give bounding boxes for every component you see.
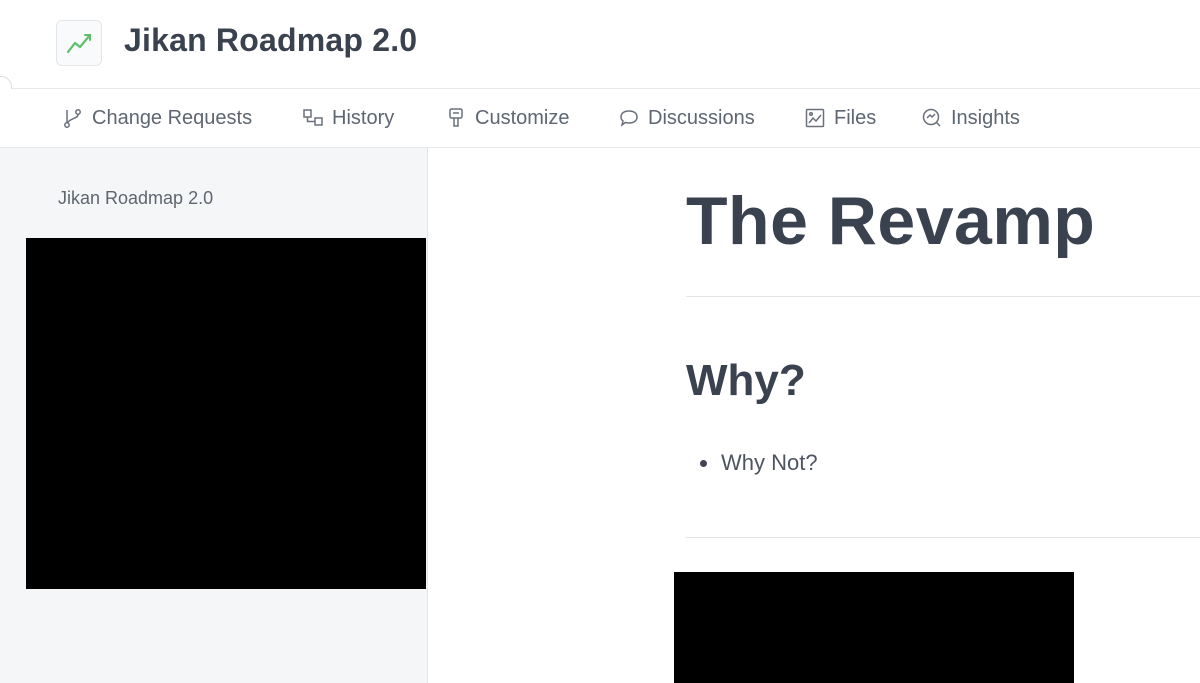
tab-history[interactable]: History (302, 105, 394, 131)
insights-icon (922, 108, 941, 127)
app-header: Jikan Roadmap 2.0 (0, 0, 1200, 89)
tab-label: Discussions (648, 106, 755, 129)
main-content: The Revamp Why? Why Not? (428, 148, 1200, 683)
app-title: Jikan Roadmap 2.0 (124, 22, 418, 58)
sidebar-space-title[interactable]: Jikan Roadmap 2.0 (58, 188, 213, 209)
list-item-text: Why Not? (721, 450, 818, 475)
tab-label: History (332, 106, 395, 129)
tab-label: Insights (951, 106, 1020, 129)
sidebar: Jikan Roadmap 2.0 (0, 148, 428, 683)
history-icon (303, 109, 323, 126)
tab-bar: Change Requests History Customize Discus… (0, 89, 1200, 148)
redacted-block (26, 238, 426, 589)
section-heading: Why? (686, 356, 806, 405)
bullet-dot (700, 459, 707, 467)
chat-bubble-icon (620, 110, 638, 127)
list-item: Why Not? (700, 450, 818, 476)
chart-trend-icon[interactable] (56, 20, 102, 66)
tab-discussions[interactable]: Discussions (618, 105, 755, 131)
tab-files[interactable]: Files (804, 105, 876, 131)
redacted-block (674, 572, 1074, 683)
branch-icon (64, 109, 81, 128)
brush-icon (449, 108, 463, 127)
divider (686, 296, 1200, 297)
divider (686, 537, 1200, 538)
tab-label: Customize (475, 106, 570, 129)
tab-label: Files (834, 106, 877, 129)
tab-insights[interactable]: Insights (921, 105, 1020, 131)
tab-label: Change Requests (92, 106, 253, 129)
tab-customize[interactable]: Customize (445, 105, 569, 131)
page-title: The Revamp (686, 183, 1096, 259)
tab-change-requests[interactable]: Change Requests (62, 105, 252, 131)
bullet-list: Why Not? (700, 450, 818, 476)
image-file-icon (805, 108, 825, 128)
